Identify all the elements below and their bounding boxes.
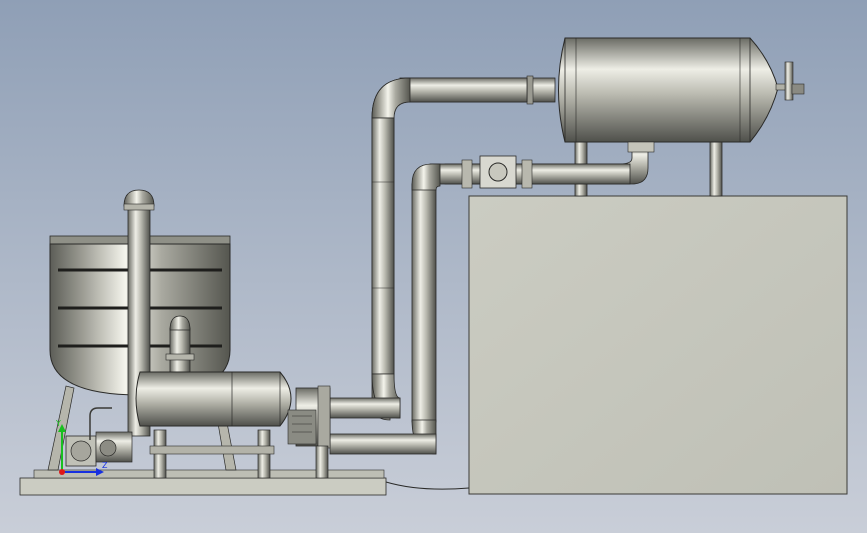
inlet-pump — [65, 407, 133, 467]
control-housing — [468, 195, 848, 495]
triad-z-label: Z — [102, 461, 108, 470]
return-riser-pipe — [411, 183, 437, 423]
storage-tank — [526, 37, 779, 143]
tank-nozzle-valve — [775, 61, 805, 101]
pump-suction-pipe — [329, 397, 401, 419]
equipment-assembly: Y Z — [19, 37, 848, 496]
pump-motor — [287, 385, 331, 449]
triad-y-label: Y — [55, 419, 61, 428]
cad-viewport[interactable]: Y Z — [0, 0, 867, 533]
horizontal-vessel — [135, 371, 292, 427]
vessel-stub-pipe — [165, 315, 195, 373]
bottom-return-pipe — [329, 433, 437, 455]
sight-glass — [479, 155, 517, 189]
base-skid — [19, 469, 387, 496]
